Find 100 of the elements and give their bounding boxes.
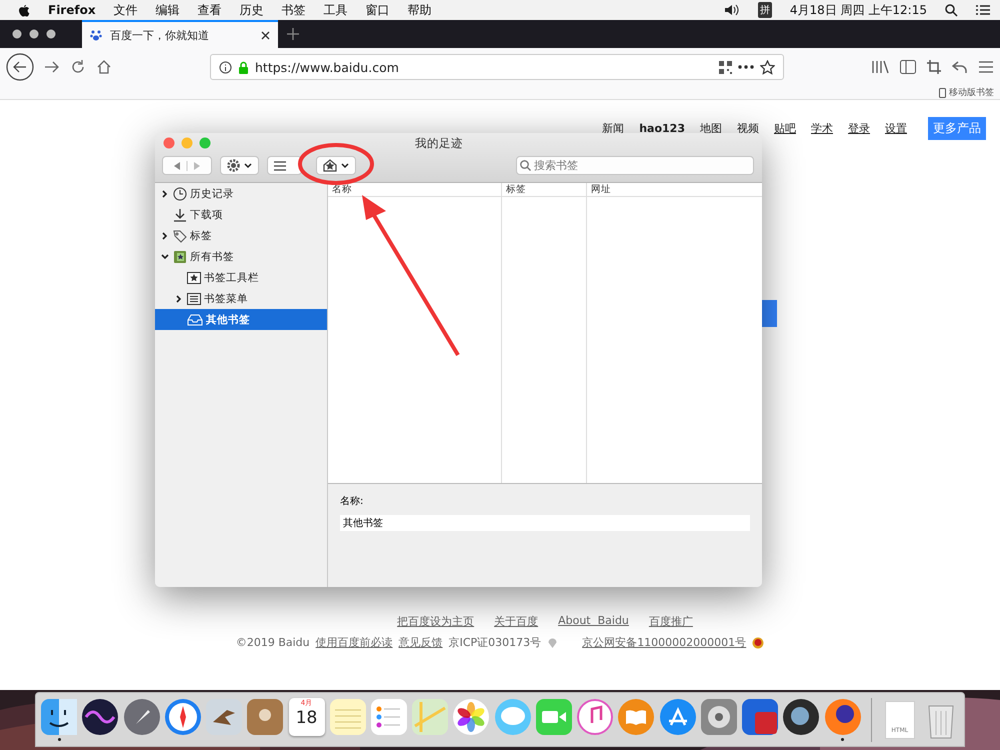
menu-item[interactable]: 编辑 bbox=[156, 2, 180, 18]
paw-icon bbox=[90, 29, 102, 41]
tab-title: 百度一下，你就知道 bbox=[110, 28, 210, 42]
tree-item[interactable]: 书签工具栏 bbox=[155, 267, 327, 288]
info-icon bbox=[219, 60, 232, 74]
footer-text: 京ICP证030173号 bbox=[448, 635, 542, 650]
browser-tab[interactable]: 百度一下，你就知道 bbox=[82, 20, 278, 48]
tree-item[interactable]: 其他书签 bbox=[155, 309, 327, 330]
qr-code-icon[interactable] bbox=[719, 60, 732, 74]
field-label: 名称: bbox=[340, 495, 364, 508]
nav-link[interactable]: 视频 bbox=[737, 122, 759, 135]
book-icon bbox=[173, 250, 187, 264]
gear-icon[interactable] bbox=[700, 698, 738, 736]
rocket-icon[interactable] bbox=[122, 698, 161, 736]
emblem-icon bbox=[752, 636, 764, 648]
star-icon bbox=[187, 272, 201, 284]
list-icon bbox=[187, 292, 201, 304]
search-field[interactable]: 搜索书签 bbox=[516, 156, 754, 175]
menu-item[interactable]: 工具 bbox=[324, 2, 348, 18]
close-icon[interactable] bbox=[261, 30, 270, 40]
tree-item[interactable]: 历史记录 bbox=[155, 183, 327, 204]
caret-icon bbox=[244, 162, 252, 168]
bookmark-item[interactable]: 移动版书签 bbox=[949, 86, 994, 99]
app-store-icon[interactable] bbox=[658, 698, 697, 736]
bird-stamp-icon[interactable] bbox=[205, 698, 244, 736]
input-method-badge[interactable]: 拼 bbox=[758, 2, 772, 18]
name-field[interactable]: 其他书签 bbox=[340, 515, 750, 531]
location-pin-icon bbox=[547, 636, 558, 649]
nav-link[interactable]: 贴吧 bbox=[774, 122, 796, 135]
column-header[interactable]: 网址 bbox=[587, 183, 762, 197]
nav-link[interactable]: hao123 bbox=[639, 122, 685, 135]
checklist-icon[interactable] bbox=[370, 698, 408, 736]
address-bar[interactable]: https://www.baidu.com bbox=[210, 54, 784, 80]
menu-item[interactable]: 窗口 bbox=[366, 2, 390, 18]
orb-icon[interactable] bbox=[81, 698, 120, 736]
footer-link[interactable]: 意见反馈 bbox=[398, 635, 443, 650]
tree-item[interactable]: 标签 bbox=[155, 225, 327, 246]
footer-text: ©2019 Baidu bbox=[236, 636, 310, 649]
download-icon bbox=[173, 208, 187, 222]
footer-link[interactable]: 京公网安备11000002000001号 bbox=[582, 635, 746, 650]
nav-link[interactable]: 地图 bbox=[700, 122, 722, 135]
column-header[interactable]: 名称 bbox=[328, 183, 501, 197]
actions-dropdown[interactable] bbox=[220, 156, 259, 175]
menu-item[interactable]: 查看 bbox=[198, 2, 222, 18]
music-note-icon[interactable] bbox=[576, 698, 614, 736]
forward-icon[interactable] bbox=[44, 60, 60, 74]
gear-icon bbox=[227, 159, 240, 172]
tree-item[interactable]: 书签菜单 bbox=[155, 288, 327, 309]
magnifier-icon[interactable] bbox=[782, 698, 820, 736]
footer-link[interactable]: About Baidu bbox=[558, 614, 629, 629]
list-icon bbox=[274, 160, 286, 170]
overlapping-squares-icon[interactable] bbox=[741, 698, 780, 736]
tree-item[interactable]: 所有书签 bbox=[155, 246, 327, 267]
star-house-icon bbox=[323, 159, 337, 172]
speaker-icon[interactable] bbox=[724, 4, 740, 16]
nav-link[interactable]: 登录 bbox=[848, 122, 870, 135]
home-icon[interactable] bbox=[96, 59, 112, 75]
face-icon[interactable] bbox=[40, 698, 78, 736]
url-text: https://www.baidu.com bbox=[255, 60, 400, 74]
footer-link[interactable]: 使用百度前必读 bbox=[316, 635, 393, 650]
phone-icon bbox=[939, 88, 946, 98]
clock[interactable]: 4月18日 周四 上午12:15 bbox=[790, 2, 927, 18]
back-icon[interactable] bbox=[6, 53, 34, 81]
window-title: 我的足迹 bbox=[415, 136, 463, 150]
import-backup-dropdown[interactable] bbox=[316, 156, 356, 175]
reload-icon[interactable] bbox=[70, 59, 86, 75]
search-icon bbox=[520, 160, 531, 171]
caret-icon bbox=[341, 162, 349, 168]
nav-link[interactable]: 学术 bbox=[811, 122, 833, 135]
star-icon[interactable] bbox=[760, 60, 775, 74]
sidebar-icon[interactable] bbox=[900, 60, 916, 74]
nav-link[interactable]: 新闻 bbox=[602, 122, 624, 135]
address-book-icon[interactable] bbox=[246, 698, 284, 736]
tag-icon bbox=[173, 228, 187, 242]
undo-arrow-icon[interactable] bbox=[952, 60, 968, 74]
search-icon[interactable] bbox=[945, 4, 958, 16]
more-icon[interactable] bbox=[738, 65, 754, 69]
footer-link[interactable]: 把百度设为主页 bbox=[397, 614, 474, 629]
footer-link[interactable]: 关于百度 bbox=[494, 614, 538, 629]
views-button[interactable] bbox=[267, 156, 302, 175]
nav-link[interactable]: 设置 bbox=[885, 122, 907, 135]
menu-item[interactable]: 历史 bbox=[240, 2, 264, 18]
back-forward-buttons[interactable] bbox=[162, 156, 212, 175]
fox-globe-icon[interactable] bbox=[824, 698, 862, 736]
crop-icon[interactable] bbox=[926, 59, 942, 75]
footer-link[interactable]: 百度推广 bbox=[648, 614, 693, 629]
list-icon[interactable] bbox=[976, 5, 990, 15]
tree-item[interactable]: 下载项 bbox=[155, 204, 327, 225]
flower-icon[interactable] bbox=[452, 698, 490, 736]
menu-item[interactable]: Firefox bbox=[48, 3, 96, 17]
more-products-button[interactable]: 更多产品 bbox=[928, 117, 986, 140]
menu-item[interactable]: 文件 bbox=[114, 2, 138, 18]
compass-icon[interactable] bbox=[164, 698, 202, 736]
menu-item[interactable]: 书签 bbox=[282, 2, 306, 18]
menu-item[interactable]: 帮助 bbox=[408, 2, 432, 18]
tray-icon bbox=[187, 314, 203, 326]
clock-icon bbox=[173, 186, 187, 200]
library-icon[interactable] bbox=[872, 60, 890, 74]
menu-icon[interactable] bbox=[978, 60, 994, 74]
column-header[interactable]: 标签 bbox=[502, 183, 586, 197]
